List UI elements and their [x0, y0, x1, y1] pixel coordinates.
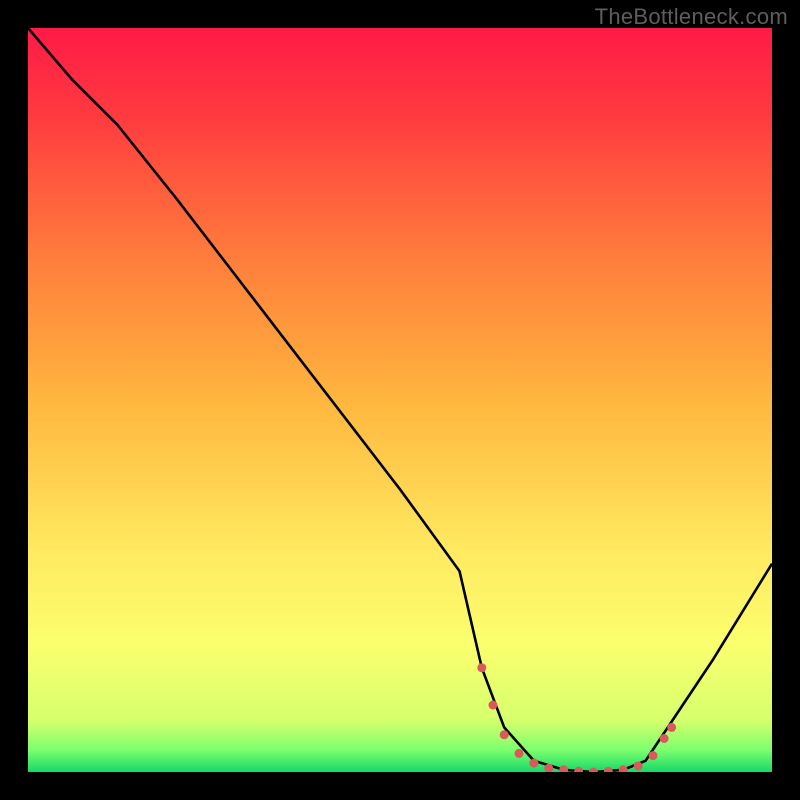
watermark-text: TheBottleneck.com [595, 4, 788, 30]
curve-layer [28, 28, 772, 772]
valley-marker-dot [619, 765, 628, 772]
valley-marker-dot [667, 723, 676, 732]
valley-marker-dot [529, 759, 538, 768]
valley-marker-dot [559, 765, 568, 772]
bottleneck-curve [28, 28, 772, 772]
valley-marker-dot [489, 701, 498, 710]
valley-marker-dot [500, 730, 509, 739]
chart-container: TheBottleneck.com [0, 0, 800, 800]
valley-marker-dot [589, 768, 598, 773]
valley-marker-dot [604, 767, 613, 772]
valley-marker-dot [477, 663, 486, 672]
valley-marker-dot [574, 767, 583, 772]
valley-marker-dot [660, 734, 669, 743]
valley-marker-dot [515, 749, 524, 758]
plot-area [28, 28, 772, 772]
valley-marker-dot [634, 762, 643, 771]
valley-marker-dot [649, 751, 658, 760]
